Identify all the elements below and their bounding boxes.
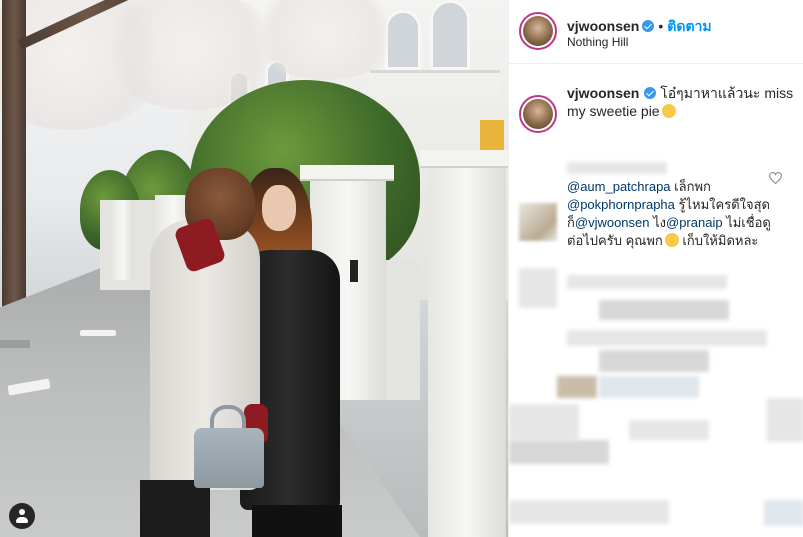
- blurred-commenter-avatar: [519, 203, 557, 241]
- blurred-comment-line: [599, 376, 699, 398]
- blurred-comment-line: [599, 300, 729, 320]
- blurred-comment-line: [509, 440, 609, 464]
- person-right-legs: [252, 505, 342, 537]
- blurred-comment-line: [764, 500, 803, 526]
- blurred-comment-line: [567, 330, 767, 346]
- post-header: vjwoonsen • ติดตาม Nothing Hill: [509, 0, 803, 64]
- comment-text-segment: เก็บให้มิดหละ: [678, 233, 759, 248]
- blurred-commenter-name: [567, 162, 667, 174]
- person-left-boots: [140, 480, 210, 537]
- caption-username[interactable]: vjwoonsen: [567, 85, 639, 101]
- comment-mention[interactable]: @pokphornprapha: [567, 197, 675, 212]
- blurred-comment-line: [629, 420, 709, 440]
- user-tag-button[interactable]: [9, 503, 35, 529]
- blurred-comment-line: [509, 500, 669, 524]
- user-tag-icon-body: [16, 517, 28, 523]
- comment-text: @aum_patchrapa เล็กพก @pokphornprapha รู…: [567, 178, 782, 250]
- author-avatar-image: [523, 16, 553, 46]
- verified-badge-icon: [644, 87, 657, 99]
- blurred-avatar: [519, 268, 557, 308]
- gate-pillar: [112, 200, 134, 280]
- blurred-avatar: [509, 404, 579, 440]
- post-caption: vjwoonsen โอ๋ๆมาหาแล้วนะ miss my sweetie…: [567, 84, 795, 120]
- post-side-panel: vjwoonsen • ติดตาม Nothing Hill vjwoonsen …: [508, 0, 803, 537]
- yellow-door: [480, 120, 504, 150]
- intercom: [350, 260, 358, 282]
- curb: [0, 340, 30, 348]
- user-tag-icon: [19, 509, 25, 515]
- gate-pillar-cap: [420, 150, 508, 166]
- verified-badge-icon: [642, 20, 655, 32]
- heart-icon[interactable]: [769, 172, 782, 184]
- building-window: [430, 0, 470, 70]
- comment-text-segment: ไง: [649, 215, 666, 230]
- author-avatar[interactable]: [519, 12, 557, 50]
- comment-mention[interactable]: @aum_patchrapa: [567, 179, 671, 194]
- blurred-comment-line: [557, 376, 597, 398]
- follow-button[interactable]: ติดตาม: [667, 18, 711, 34]
- post-photo[interactable]: [0, 0, 508, 537]
- grey-handbag: [194, 428, 264, 488]
- blurred-comment-line: [599, 350, 709, 372]
- author-username[interactable]: vjwoonsen: [567, 18, 639, 34]
- caption-author-avatar-image: [523, 99, 553, 129]
- comment-mention[interactable]: @pranaip: [666, 215, 723, 230]
- gate-pillar: [428, 158, 506, 537]
- tree-trunk: [2, 0, 26, 340]
- smiling-emoji-icon: [661, 104, 676, 118]
- person-right-face: [262, 185, 296, 231]
- comment-text-segment: เล็กพก: [670, 179, 711, 194]
- comment-mention[interactable]: @vjwoonsen: [575, 215, 650, 230]
- smiling-emoji-icon: [664, 233, 679, 247]
- separator-dot: •: [658, 18, 664, 34]
- blurred-comment-line: [767, 398, 803, 442]
- post-location[interactable]: Nothing Hill: [567, 35, 628, 49]
- building-balcony: [370, 70, 500, 94]
- blurred-comment-line: [567, 275, 727, 289]
- caption-author-avatar[interactable]: [519, 95, 557, 133]
- litter: [80, 330, 116, 336]
- gate-pillar-cap: [300, 165, 394, 179]
